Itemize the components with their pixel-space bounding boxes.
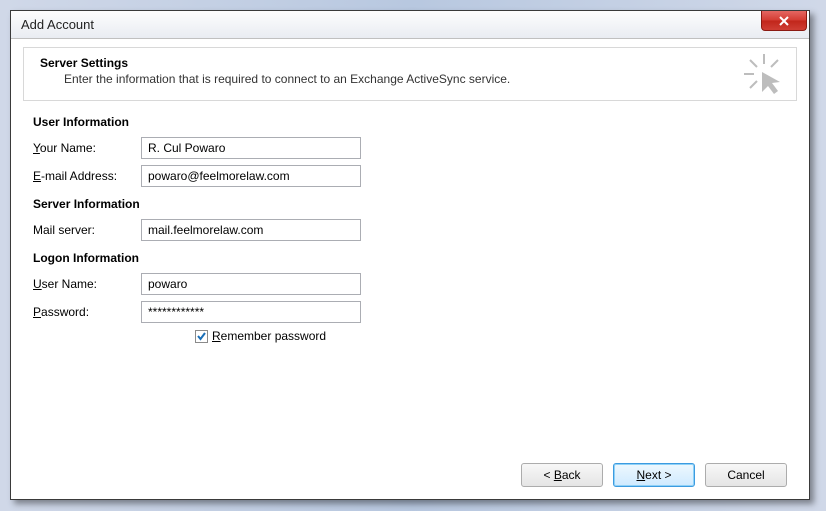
section-user-info: User Information: [33, 115, 787, 129]
password-input[interactable]: [141, 301, 361, 323]
checkmark-icon: [196, 331, 207, 342]
row-user-name: User Name:: [33, 273, 787, 295]
row-your-name: Your Name:: [33, 137, 787, 159]
remember-password-row[interactable]: Remember password: [195, 329, 787, 343]
close-icon: [778, 16, 790, 26]
email-label: E-mail Address:: [33, 169, 141, 183]
password-label: Password:: [33, 305, 141, 319]
form-body: User Information Your Name: E-mail Addre…: [11, 101, 809, 449]
user-name-input[interactable]: [141, 273, 361, 295]
remember-password-label: Remember password: [212, 329, 326, 343]
header-title: Server Settings: [40, 56, 784, 70]
cancel-button[interactable]: Cancel: [705, 463, 787, 487]
remember-password-checkbox[interactable]: [195, 330, 208, 343]
titlebar: Add Account: [11, 11, 809, 39]
header-subtitle: Enter the information that is required t…: [64, 72, 784, 86]
section-logon-info: Logon Information: [33, 251, 787, 265]
row-password: Password:: [33, 301, 787, 323]
add-account-dialog: Add Account Server Settings Enter the in…: [10, 10, 810, 500]
back-button[interactable]: < Back: [521, 463, 603, 487]
user-name-label: User Name:: [33, 277, 141, 291]
row-email: E-mail Address:: [33, 165, 787, 187]
row-mail-server: Mail server:: [33, 219, 787, 241]
cursor-click-icon: [744, 54, 784, 94]
wizard-header: Server Settings Enter the information th…: [23, 47, 797, 101]
window-title: Add Account: [21, 17, 94, 32]
mail-server-input[interactable]: [141, 219, 361, 241]
your-name-label: Your Name:: [33, 141, 141, 155]
email-input[interactable]: [141, 165, 361, 187]
mail-server-label: Mail server:: [33, 223, 141, 237]
wizard-footer: < Back Next > Cancel: [11, 449, 809, 499]
your-name-input[interactable]: [141, 137, 361, 159]
next-button[interactable]: Next >: [613, 463, 695, 487]
close-button[interactable]: [761, 11, 807, 31]
section-server-info: Server Information: [33, 197, 787, 211]
